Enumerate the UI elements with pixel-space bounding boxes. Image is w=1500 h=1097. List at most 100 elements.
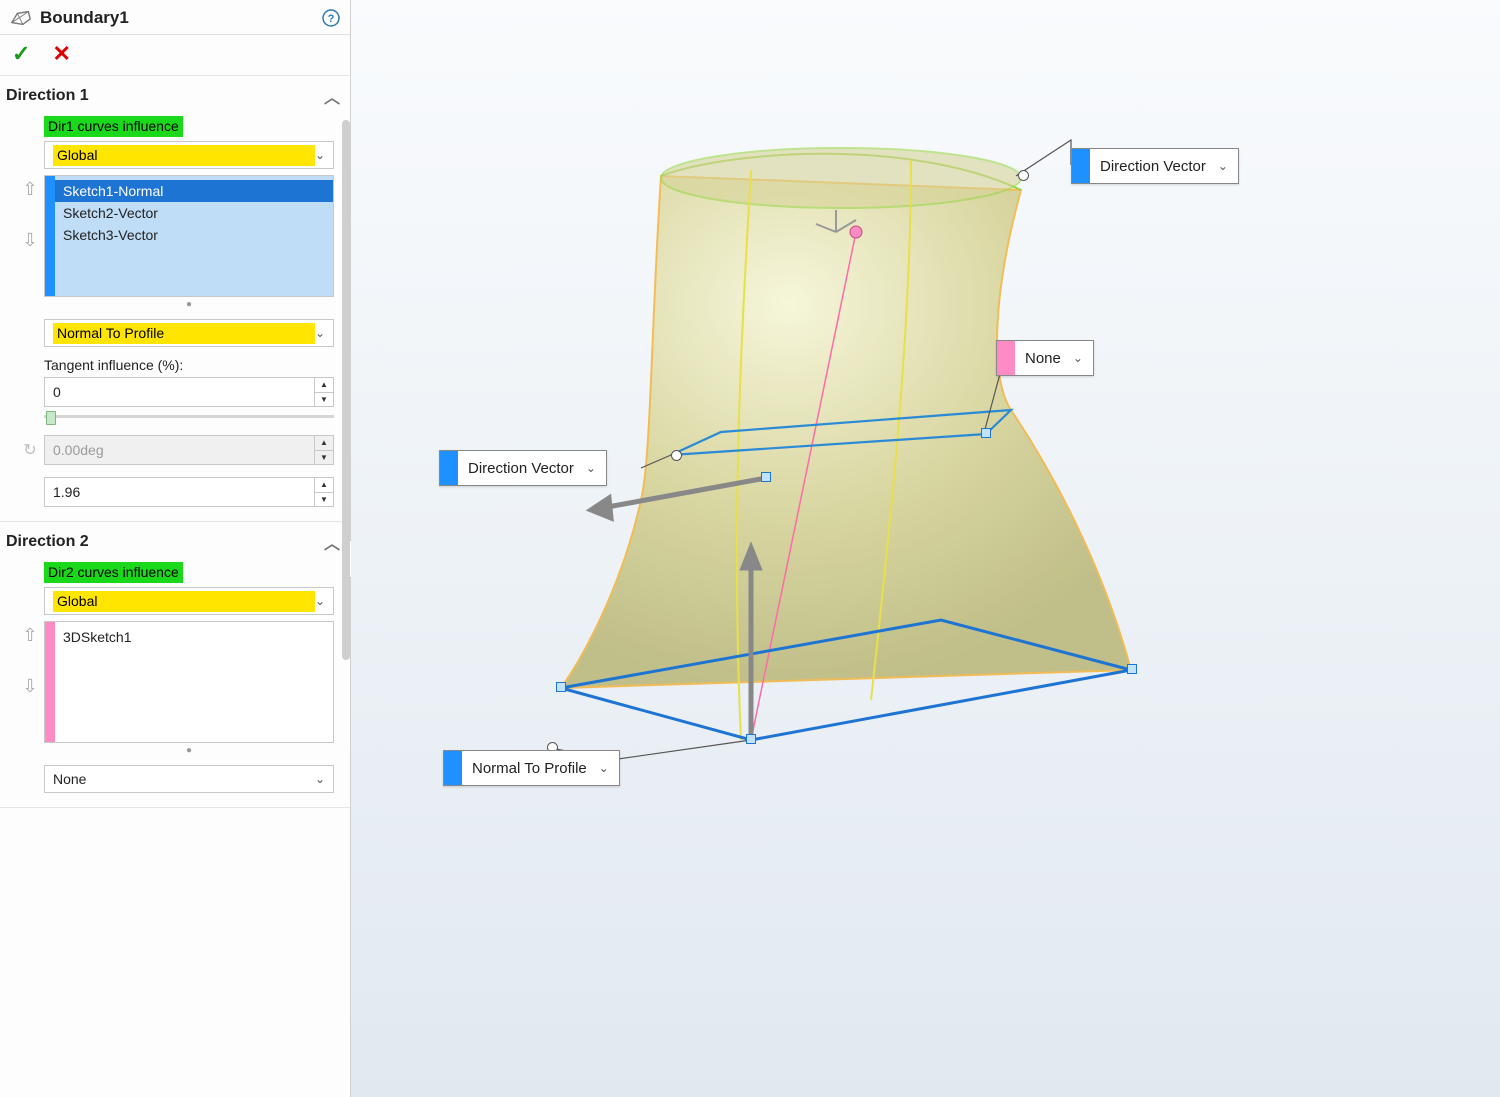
spin-down[interactable]: ▼ [315, 493, 333, 507]
chevron-up-icon: ︿ [324, 84, 340, 108]
callout-top-profile[interactable]: Direction Vector ⌄ [1071, 148, 1239, 184]
app-root: Boundary1 ? ✓ ✕ Direction 1 ︿ Dir1 curve… [0, 0, 1500, 1097]
callout-label: None [1015, 350, 1073, 367]
callout-color-tag [997, 341, 1015, 375]
boundary-surface-preview [351, 0, 1500, 1097]
property-panel: Boundary1 ? ✓ ✕ Direction 1 ︿ Dir1 curve… [0, 0, 351, 1097]
move-up-button[interactable]: ⇧ [22, 179, 37, 200]
chevron-down-icon: ⌄ [315, 148, 325, 162]
section-direction2: Direction 2 ︿ Dir2 curves influence Glob… [0, 522, 350, 808]
section-header-direction1[interactable]: Direction 1 ︿ [0, 76, 350, 112]
feature-title: Boundary1 [40, 8, 322, 28]
tangent-influence-spinner[interactable]: 0 ▲▼ [44, 377, 334, 407]
spin-up[interactable]: ▲ [315, 378, 333, 393]
spin-down[interactable]: ▼ [315, 393, 333, 407]
help-icon[interactable]: ? [322, 9, 340, 27]
callout-guide-curve[interactable]: None ⌄ [996, 340, 1094, 376]
slider-thumb[interactable] [46, 411, 56, 425]
spin-down: ▼ [315, 451, 333, 465]
callout-label: Direction Vector [458, 460, 586, 477]
dir1-curves-row: ⇧ ⇩ Sketch1-Normal Sketch2-Vector Sketch… [16, 175, 334, 297]
spin-up[interactable]: ▲ [315, 478, 333, 493]
curves-influence-value: Global [53, 145, 315, 166]
move-down-button[interactable]: ⇩ [22, 230, 37, 251]
callout-label: Direction Vector [1090, 158, 1218, 175]
selection-color-bar [45, 176, 55, 296]
chevron-up-icon: ︿ [324, 530, 340, 554]
reset-angle-icon[interactable]: ↻ [16, 440, 44, 460]
chevron-down-icon: ⌄ [315, 772, 325, 786]
chevron-down-icon: ⌄ [1218, 159, 1238, 173]
list-item[interactable]: Sketch1-Normal [55, 180, 333, 202]
confirm-bar: ✓ ✕ [0, 35, 350, 76]
callout-mid-profile[interactable]: Direction Vector ⌄ [439, 450, 607, 486]
tangent-influence-value[interactable]: 0 [45, 378, 314, 406]
curves-influence-dropdown[interactable]: Global ⌄ [44, 141, 334, 169]
selection-point[interactable] [556, 682, 566, 692]
spinner-buttons: ▲▼ [314, 378, 333, 406]
tangent-slider[interactable] [44, 411, 334, 421]
selection-point[interactable] [746, 734, 756, 744]
profile-handle[interactable] [1018, 170, 1029, 181]
callout-label: Normal To Profile [462, 760, 599, 777]
list-item[interactable]: Sketch2-Vector [55, 202, 333, 224]
list-item[interactable]: 3DSketch1 [55, 626, 333, 648]
callout-color-tag [1072, 149, 1090, 183]
chevron-down-icon: ⌄ [1073, 351, 1093, 365]
section-body-direction1: Dir1 curves influence Global ⌄ ⇧ ⇩ Sketc… [0, 112, 350, 521]
svg-text:?: ? [328, 13, 335, 25]
list-resize-grip[interactable]: ● [44, 299, 334, 309]
end-constraint-dropdown[interactable]: None ⌄ [44, 765, 334, 793]
tangent-influence-label: Tangent influence (%): [44, 357, 334, 373]
reorder-arrows: ⇧ ⇩ [16, 621, 44, 743]
section-body-direction2: Dir2 curves influence Global ⌄ ⇧ ⇩ 3DSke… [0, 558, 350, 807]
draft-angle-spinner: 0.00deg ▲▼ [44, 435, 334, 465]
start-constraint-dropdown[interactable]: Normal To Profile ⌄ [44, 319, 334, 347]
spinner-buttons: ▲▼ [314, 436, 333, 464]
chevron-down-icon: ⌄ [586, 461, 606, 475]
slider-track [44, 415, 334, 418]
boundary-feature-icon [10, 9, 32, 27]
tangent-length-spinner[interactable]: 1.96 ▲▼ [44, 477, 334, 507]
selection-point[interactable] [1127, 664, 1137, 674]
list-item[interactable]: Sketch3-Vector [55, 224, 333, 246]
start-constraint-value: Normal To Profile [53, 323, 315, 344]
callout-color-tag [444, 751, 462, 785]
move-up-button[interactable]: ⇧ [22, 625, 37, 646]
influence-label: Dir2 curves influence [44, 562, 183, 583]
influence-label: Dir1 curves influence [44, 116, 183, 137]
tangent-length-value[interactable]: 1.96 [45, 478, 314, 506]
profile-handle[interactable] [671, 450, 682, 461]
reorder-arrows: ⇧ ⇩ [16, 175, 44, 297]
dir1-curves-listbox[interactable]: Sketch1-Normal Sketch2-Vector Sketch3-Ve… [44, 175, 334, 297]
panel-header: Boundary1 ? [0, 0, 350, 35]
dir1-curves-items: Sketch1-Normal Sketch2-Vector Sketch3-Ve… [55, 176, 333, 296]
panel-scrollbar[interactable] [342, 120, 350, 660]
callout-color-tag [440, 451, 458, 485]
graphics-viewport[interactable]: Direction Vector ⌄ None ⌄ Direction Vect… [351, 0, 1500, 1097]
callout-bottom-profile[interactable]: Normal To Profile ⌄ [443, 750, 620, 786]
spin-up: ▲ [315, 436, 333, 451]
cancel-button[interactable]: ✕ [52, 43, 70, 65]
selection-point[interactable] [981, 428, 991, 438]
curves-influence-value: Global [53, 591, 315, 612]
spinner-buttons: ▲▼ [314, 478, 333, 506]
chevron-down-icon: ⌄ [315, 326, 325, 340]
draft-angle-value: 0.00deg [45, 436, 314, 464]
section-title: Direction 1 [6, 87, 89, 105]
dir2-curves-row: ⇧ ⇩ 3DSketch1 [16, 621, 334, 743]
section-header-direction2[interactable]: Direction 2 ︿ [0, 522, 350, 558]
section-title: Direction 2 [6, 533, 89, 551]
chevron-down-icon: ⌄ [315, 594, 325, 608]
dir2-curves-items: 3DSketch1 [55, 622, 333, 742]
move-down-button[interactable]: ⇩ [22, 676, 37, 697]
list-resize-grip[interactable]: ● [44, 745, 334, 755]
curves-influence-dropdown[interactable]: Global ⌄ [44, 587, 334, 615]
chevron-down-icon: ⌄ [599, 761, 619, 775]
end-constraint-value: None [53, 771, 315, 787]
section-direction1: Direction 1 ︿ Dir1 curves influence Glob… [0, 76, 350, 522]
selection-point[interactable] [761, 472, 771, 482]
ok-button[interactable]: ✓ [12, 43, 30, 65]
dir2-curves-listbox[interactable]: 3DSketch1 [44, 621, 334, 743]
selection-color-bar [45, 622, 55, 742]
